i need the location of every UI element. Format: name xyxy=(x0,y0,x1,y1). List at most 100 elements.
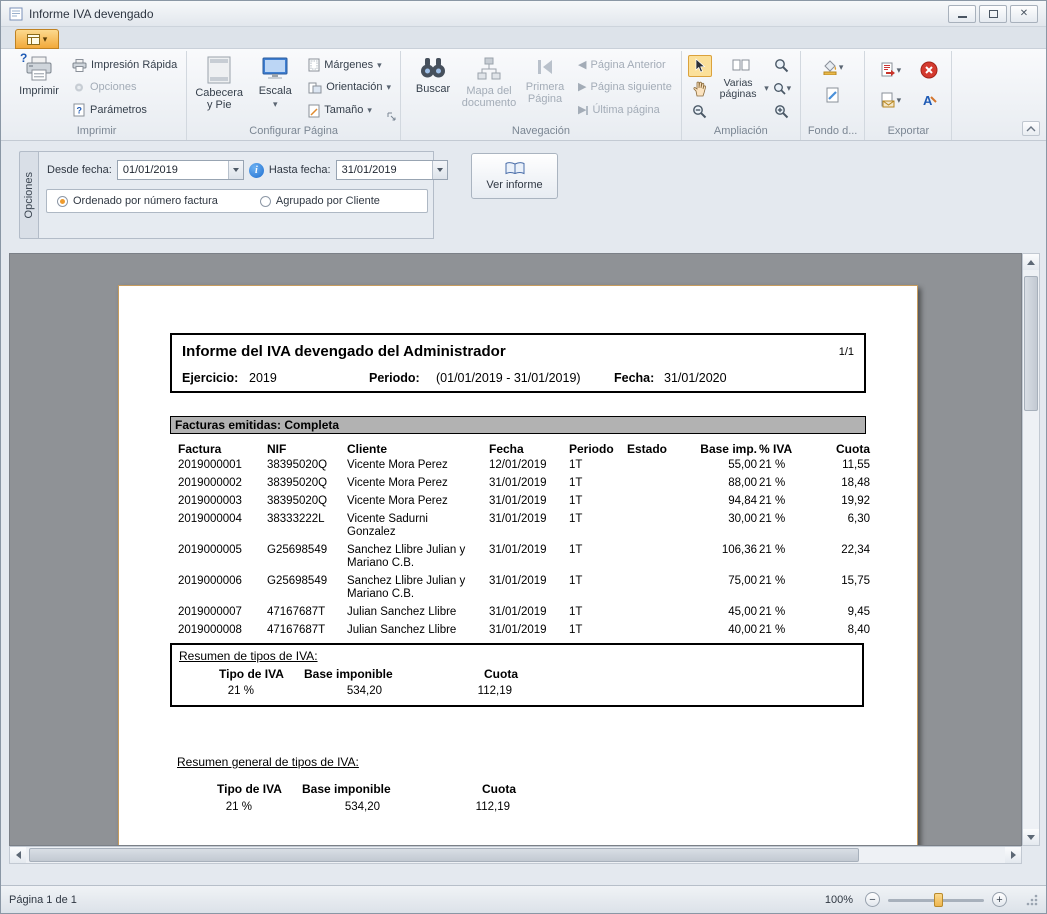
horizontal-scrollbar[interactable] xyxy=(9,846,1022,864)
resumen-header: Base imponible xyxy=(304,667,393,681)
page-indicator: Página 1 de 1 xyxy=(9,894,77,906)
radio-ordenado-label: Ordenado por número factura xyxy=(73,195,218,207)
grid-menu-icon xyxy=(27,34,40,45)
radio-selected-icon xyxy=(57,196,68,207)
resumen-general-value: 112,19 xyxy=(440,801,510,813)
scroll-left-button[interactable] xyxy=(10,847,26,863)
multiple-pages-button[interactable]: Varias páginas ▾ xyxy=(713,78,769,100)
watermark-button[interactable] xyxy=(814,84,852,106)
quick-print-button[interactable]: Impresión Rápida xyxy=(68,57,181,74)
margins-button[interactable]: Márgenes ▾ xyxy=(304,56,395,74)
chevron-down-icon[interactable] xyxy=(228,161,243,179)
horizontal-scroll-thumb[interactable] xyxy=(29,848,859,862)
zoom-tool-button[interactable] xyxy=(770,55,794,77)
orientation-label: Orientación xyxy=(326,81,382,94)
info-icon[interactable]: i xyxy=(249,163,264,178)
ejercicio-value: 2019 xyxy=(249,371,277,385)
first-page-label: Primera Página xyxy=(517,81,573,105)
zoom-slider-thumb[interactable] xyxy=(934,893,943,907)
doc-map-icon xyxy=(477,56,501,82)
scroll-right-button[interactable] xyxy=(1005,847,1021,863)
to-date-label: Hasta fecha: xyxy=(269,164,331,176)
chevron-down-icon: ▾ xyxy=(386,83,391,92)
options-icon xyxy=(72,81,86,94)
ribbon-group-imprimir: ? Imprimir Impresión Rápida Opciones ? xyxy=(7,51,187,140)
zoom-out-button[interactable] xyxy=(688,101,712,123)
resumen-general-value: 534,20 xyxy=(310,801,380,813)
ribbon-collapse-button[interactable] xyxy=(1022,121,1040,136)
ver-informe-button[interactable]: Ver informe xyxy=(471,153,558,199)
print-button[interactable]: ? Imprimir xyxy=(12,52,66,124)
report-header-box: Informe del IVA devengado del Administra… xyxy=(170,333,866,393)
text-highlight-button[interactable]: A xyxy=(917,89,941,111)
invoice-row: 2019000005G25698549Sanchez Llibre Julian… xyxy=(178,543,870,574)
chevron-down-icon[interactable] xyxy=(432,161,447,179)
parameters-button[interactable]: ? Parámetros xyxy=(68,101,181,119)
magnifier-icon xyxy=(774,58,789,73)
vertical-scrollbar[interactable] xyxy=(1022,253,1040,846)
report-page: Informe del IVA devengado del Administra… xyxy=(118,285,918,846)
chevron-down-icon: ▾ xyxy=(839,63,844,72)
resumen-general-header: Cuota xyxy=(482,782,516,796)
invoice-row: 201900000438333222LVicente Sadurni Gonza… xyxy=(178,512,870,543)
ribbon-group-navegacion: Buscar Mapa del documento Primera Página… xyxy=(401,51,682,140)
hand-tool-button[interactable] xyxy=(688,78,712,100)
close-preview-button[interactable] xyxy=(917,59,941,81)
chevron-down-icon: ▾ xyxy=(273,100,278,109)
invoice-table-body: 201900000138395020QVicente Mora Perez12/… xyxy=(178,458,870,641)
minimize-button[interactable] xyxy=(948,5,976,23)
opciones-tab[interactable]: Opciones xyxy=(19,151,38,239)
close-button[interactable]: ✕ xyxy=(1010,5,1038,23)
close-icon: ✕ xyxy=(1020,8,1028,19)
print-button-label: Imprimir xyxy=(19,85,59,97)
size-button[interactable]: Tamaño ▾ xyxy=(304,102,395,120)
scale-label: Escala xyxy=(259,85,292,97)
export-send-button[interactable]: ▾ xyxy=(871,89,909,111)
parameters-icon: ? xyxy=(72,103,86,117)
header-footer-button[interactable]: Cabecera y Pie xyxy=(192,52,246,124)
radio-agrupado-por-cliente[interactable]: Agrupado por Cliente xyxy=(260,195,380,207)
zoom-in-button[interactable] xyxy=(770,101,794,123)
preview-area: Informe del IVA devengado del Administra… xyxy=(9,253,1040,864)
search-button[interactable]: Buscar xyxy=(406,52,460,124)
resize-grip[interactable] xyxy=(1025,893,1038,906)
zoom-dropdown-button[interactable]: ▾ xyxy=(770,78,794,100)
from-date-label: Desde fecha: xyxy=(47,164,112,176)
size-icon xyxy=(308,104,320,118)
first-page-icon xyxy=(534,56,556,78)
doc-map-button: Mapa del documento xyxy=(462,52,516,124)
from-date-select[interactable]: 01/01/2019 xyxy=(117,160,244,180)
maximize-button[interactable] xyxy=(979,5,1007,23)
chevron-down-icon: ▾ xyxy=(787,84,792,93)
scale-button[interactable]: Escala ▾ xyxy=(248,52,302,124)
radio-ordenado-por-factura[interactable]: Ordenado por número factura xyxy=(57,195,218,207)
orientation-button[interactable]: Orientación ▾ xyxy=(304,79,395,97)
quick-print-label: Impresión Rápida xyxy=(91,59,177,72)
magnifier-icon xyxy=(773,82,786,95)
group-label-fondo: Fondo d... xyxy=(806,124,860,140)
ejercicio-label: Ejercicio: xyxy=(182,371,238,385)
vertical-scroll-thumb[interactable] xyxy=(1024,276,1038,411)
page-color-button[interactable]: ▾ xyxy=(814,56,852,78)
quick-print-icon xyxy=(72,59,87,72)
zoom-in-button[interactable]: + xyxy=(992,892,1007,907)
radio-unselected-icon xyxy=(260,196,271,207)
scroll-down-button[interactable] xyxy=(1023,829,1039,845)
to-date-select[interactable]: 31/01/2019 xyxy=(336,160,448,180)
pointer-tool-button[interactable] xyxy=(688,55,712,77)
prev-page-icon: ◀ xyxy=(578,59,586,72)
zoom-slider[interactable] xyxy=(888,893,984,907)
chevron-down-icon: ▾ xyxy=(764,84,769,93)
export-document-button[interactable]: ▾ xyxy=(871,59,909,81)
multiple-pages-icon-button[interactable] xyxy=(729,55,753,77)
statusbar: Página 1 de 1 100% − + xyxy=(1,885,1046,913)
ribbon-group-configurar: Cabecera y Pie Escala ▾ Márgenes ▾ Ori xyxy=(187,51,401,140)
page-setup-dialog-launcher[interactable] xyxy=(385,110,397,122)
app-menu-button[interactable]: ▾ xyxy=(15,29,59,49)
zoom-out-button[interactable]: − xyxy=(865,892,880,907)
app-window: Informe IVA devengado ✕ ▾ ? Imprimir xyxy=(0,0,1047,914)
multiple-pages-label: Varias páginas xyxy=(713,78,763,100)
options-row: Opciones Desde fecha: 01/01/2019 i Hasta… xyxy=(1,149,1046,245)
scroll-up-button[interactable] xyxy=(1023,254,1039,270)
minimize-icon xyxy=(958,16,967,18)
